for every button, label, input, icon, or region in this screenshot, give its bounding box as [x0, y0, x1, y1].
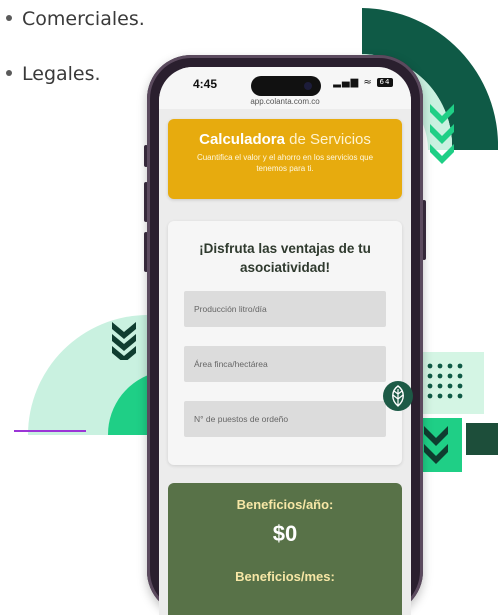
leaf-icon: [383, 381, 413, 411]
farm-area-input[interactable]: [184, 346, 386, 382]
phone-frame: 4:45 ▂▄▆ ≈ 64 app.colanta.com.co Calcula…: [147, 55, 423, 615]
calculator-subtitle: Cuantifica el valor y el ahorro en los s…: [196, 153, 374, 173]
status-icons: ▂▄▆ ≈ 64: [333, 77, 393, 88]
bullet-item-legales: Legales.: [6, 63, 101, 85]
dot-grid-icon: [418, 352, 484, 414]
wifi-icon: ≈: [363, 77, 373, 88]
form-title: ¡Disfruta las ventajas de tu asociativid…: [199, 241, 371, 275]
production-liters-input[interactable]: [184, 291, 386, 327]
decor-arcs-left: [28, 315, 158, 435]
page-content: Calculadora de Servicios Cuantifica el v…: [159, 109, 411, 615]
benefits-month-label: Beneficios/mes:: [235, 569, 335, 584]
benefits-results-card: Beneficios/año: $0 Beneficios/mes:: [168, 483, 402, 615]
benefits-year-value: $0: [272, 521, 298, 546]
camera-icon: [304, 82, 312, 90]
address-bar-url[interactable]: app.colanta.com.co: [159, 97, 411, 106]
benefits-year-label: Beneficios/año:: [236, 497, 334, 512]
benefits-form-card: ¡Disfruta las ventajas de tu asociativid…: [168, 221, 402, 465]
decor-square: [466, 423, 498, 455]
chevron-down-double-icon: [430, 104, 454, 164]
calculator-header-card: Calculadora de Servicios Cuantifica el v…: [168, 119, 402, 199]
phone-screen: 4:45 ▂▄▆ ≈ 64 app.colanta.com.co Calcula…: [159, 67, 411, 615]
milking-stations-input[interactable]: [184, 401, 386, 437]
dynamic-island: [251, 76, 321, 96]
signal-icon: ▂▄▆: [333, 77, 360, 88]
status-time: 4:45: [193, 77, 218, 91]
bullet-dot-icon: [6, 14, 12, 21]
chevron-down-double-icon: [112, 322, 136, 360]
bullet-item-comerciales: Comerciales.: [6, 8, 145, 30]
decor-line: [14, 430, 86, 432]
battery-icon: 64: [377, 77, 393, 87]
calculator-title: Calculadora de Servicios: [199, 131, 371, 148]
bullet-dot-icon: [6, 69, 12, 76]
